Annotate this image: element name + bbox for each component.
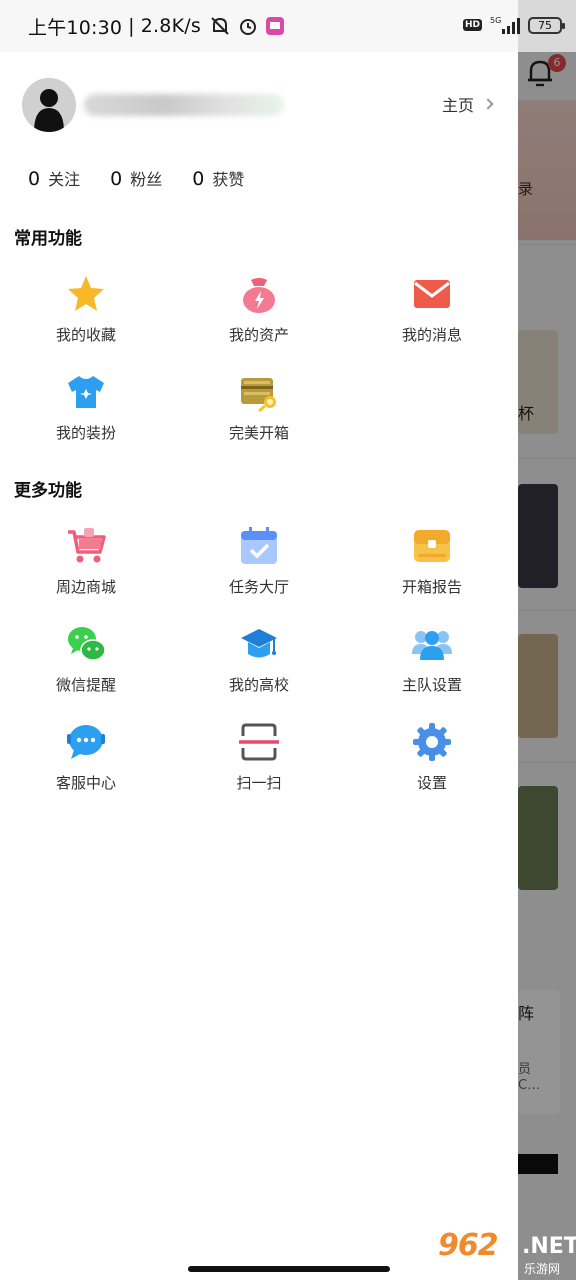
profile-row[interactable]: 主页: [22, 78, 502, 132]
scan-icon: [239, 723, 279, 761]
graduation-cap-icon: [241, 629, 277, 658]
stat-label: 粉丝: [130, 170, 163, 189]
stat-follow[interactable]: 0 关注: [28, 166, 80, 190]
stat-likes[interactable]: 0 获赞: [192, 166, 244, 190]
watermark-logo: 962 .NET 乐游网: [438, 1228, 576, 1280]
star-icon: [68, 276, 104, 311]
stat-label: 关注: [48, 170, 81, 189]
customer-service-icon: [67, 725, 105, 759]
home-indicator[interactable]: [188, 1266, 390, 1272]
menu-item-label: 主队设置: [401, 676, 462, 694]
home-link-label: 主页: [441, 96, 474, 115]
signal-icon: 5G: [490, 16, 520, 34]
menu-item-shop[interactable]: 周边商城: [26, 526, 146, 612]
watermark-main: 962: [438, 1228, 499, 1263]
tshirt-icon: [68, 376, 104, 408]
stat-label: 获赞: [212, 170, 245, 189]
menu-item-label: 开箱报告: [401, 578, 462, 596]
menu-item-messages[interactable]: 我的消息: [372, 274, 492, 360]
hd-icon: HD: [462, 19, 482, 31]
status-time: 上午10:30: [28, 16, 123, 39]
wechat-icon: [68, 627, 106, 661]
status-separator: |: [128, 15, 135, 37]
watermark-sub: 乐游网: [524, 1262, 561, 1276]
menu-item-label: 我的消息: [401, 326, 462, 344]
status-speed: 2.8K/s: [140, 15, 201, 37]
battery-icon: 75: [528, 16, 565, 34]
mute-bell-icon: [211, 17, 229, 35]
stats-row: 0 关注 0 粉丝 0 获赞: [28, 166, 244, 190]
watermark-net: .NET: [522, 1234, 576, 1259]
menu-item-label: 完美开箱: [228, 424, 289, 442]
stat-number: 0: [28, 168, 41, 190]
stat-fans[interactable]: 0 粉丝: [110, 166, 162, 190]
cart-icon: [68, 528, 106, 563]
alarm-icon: [239, 19, 256, 35]
menu-item-wechat-remind[interactable]: 微信提醒: [26, 624, 146, 710]
menu-item-label: 客服中心: [55, 774, 116, 792]
menu-item-customer-service[interactable]: 客服中心: [26, 722, 146, 808]
status-bar: 上午10:30 | 2.8K/s: [0, 0, 518, 52]
box-report-icon: [414, 530, 450, 562]
calendar-check-icon: [241, 527, 277, 564]
treasure-chest-icon: [241, 378, 276, 412]
menu-item-dressup[interactable]: 我的装扮: [26, 372, 146, 458]
menu-item-assets[interactable]: 我的资产: [199, 274, 319, 360]
chevron-right-icon: [482, 98, 494, 110]
menu-item-label: 设置: [416, 774, 447, 792]
section-title-common: 常用功能: [14, 229, 82, 249]
menu-item-team-settings[interactable]: 主队设置: [372, 624, 492, 710]
money-bag-icon: [243, 278, 275, 313]
menu-item-unbox-report[interactable]: 开箱报告: [372, 526, 492, 612]
menu-item-label: 我的高校: [228, 676, 289, 694]
network-label: 5G: [490, 16, 501, 25]
menu-item-label: 我的收藏: [55, 326, 116, 344]
stat-number: 0: [192, 168, 205, 190]
gear-icon: [413, 723, 451, 761]
app-notification-icon: [265, 17, 284, 35]
home-link[interactable]: 主页: [441, 92, 494, 116]
menu-item-label: 微信提醒: [55, 676, 116, 694]
menu-item-favorites[interactable]: 我的收藏: [26, 274, 146, 360]
stat-number: 0: [110, 168, 123, 190]
menu-item-label: 任务大厅: [228, 578, 289, 596]
menu-item-unboxing[interactable]: 完美开箱: [199, 372, 319, 458]
menu-item-task-hall[interactable]: 任务大厅: [199, 526, 319, 612]
avatar[interactable]: [22, 78, 76, 132]
status-right-icons: HD 5G 75: [462, 15, 565, 35]
avatar-silhouette-icon: [22, 78, 76, 132]
username-blurred: [84, 94, 284, 116]
side-drawer: 主页 0 关注 0 粉丝 0 获赞 常用功能 我的收藏 我的资产 我的消息 我的…: [0, 52, 518, 1280]
menu-item-label: 周边商城: [55, 578, 116, 596]
menu-item-label: 扫一扫: [236, 774, 282, 792]
mail-icon: [414, 280, 450, 308]
menu-item-label: 我的资产: [228, 326, 289, 344]
menu-item-settings[interactable]: 设置: [372, 722, 492, 808]
menu-item-label: 我的装扮: [55, 424, 116, 442]
menu-item-scan[interactable]: 扫一扫: [199, 722, 319, 808]
section-title-more: 更多功能: [14, 481, 82, 501]
team-icon: [412, 631, 452, 660]
menu-item-my-school[interactable]: 我的高校: [199, 624, 319, 710]
